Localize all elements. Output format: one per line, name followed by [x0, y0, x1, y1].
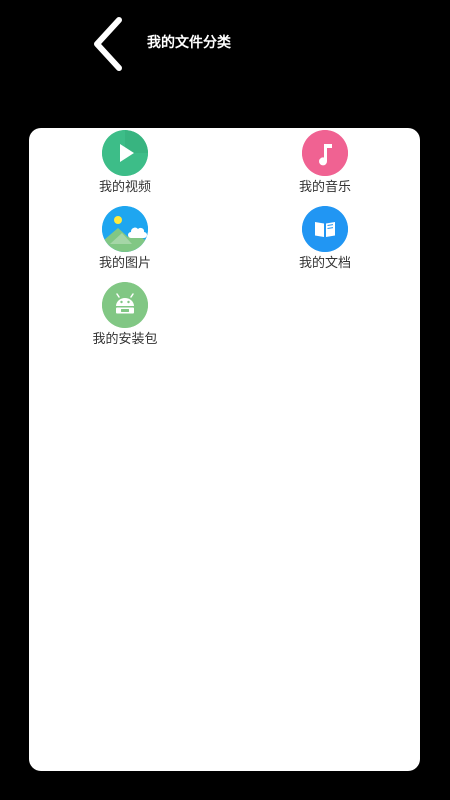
category-apks[interactable]: 我的安装包 [70, 282, 180, 354]
play-icon [102, 130, 148, 176]
category-images[interactable]: 我的图片 [70, 206, 180, 278]
app-header: 我的文件分类 [0, 0, 450, 90]
android-apk-icon [102, 282, 148, 328]
category-label: 我的音乐 [298, 180, 351, 195]
category-label: 我的视频 [98, 180, 151, 195]
category-label: 我的安装包 [92, 332, 158, 347]
category-card: 我的视频 我的音乐 我的图片 我的文档 我的安装包 [29, 128, 420, 771]
back-button[interactable] [88, 14, 128, 74]
landscape-image-icon [102, 206, 148, 252]
category-label: 我的图片 [98, 256, 151, 271]
category-documents[interactable]: 我的文档 [270, 206, 380, 278]
category-label: 我的文档 [298, 256, 351, 271]
category-video[interactable]: 我的视频 [70, 130, 180, 202]
music-note-icon [302, 130, 348, 176]
category-music[interactable]: 我的音乐 [270, 130, 380, 202]
chevron-left-icon [94, 17, 122, 71]
book-icon [302, 206, 348, 252]
page-title: 我的文件分类 [147, 35, 231, 51]
